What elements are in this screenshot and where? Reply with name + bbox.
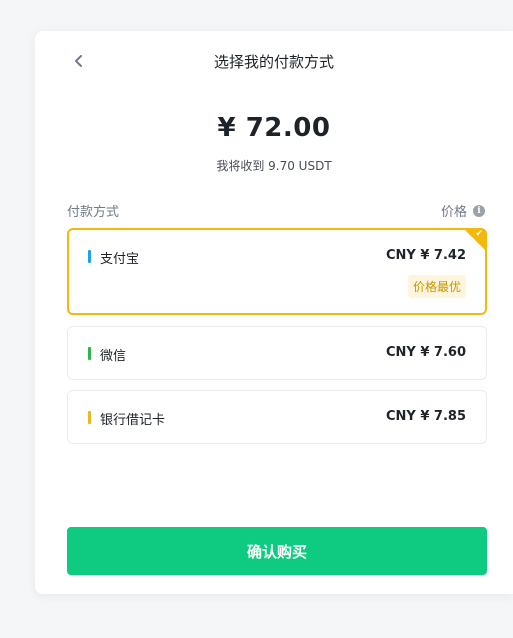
method-color-bar bbox=[88, 411, 91, 424]
info-icon[interactable]: i bbox=[473, 204, 485, 217]
method-name: 微信 bbox=[100, 349, 127, 364]
payment-option-wechat[interactable]: 微信 CNY ¥ 7.60 bbox=[67, 326, 487, 380]
payment-method-label: 付款方式 bbox=[67, 205, 120, 220]
method-color-bar bbox=[88, 347, 91, 360]
method-name: 支付宝 bbox=[100, 252, 140, 267]
payment-option-bank-card[interactable]: 银行借记卡 CNY ¥ 7.85 bbox=[67, 390, 487, 444]
best-price-badge: 价格最优 bbox=[407, 275, 466, 298]
price-column-label: 价格 i bbox=[441, 201, 485, 220]
method-price: CNY ¥ 7.85 bbox=[385, 409, 466, 424]
check-icon: ✔ bbox=[475, 229, 483, 239]
payment-method-card: 选择我的付款方式 ¥ 72.00 我将收到 9.70 USDT 付款方式 价格 … bbox=[35, 31, 513, 594]
method-name: 银行借记卡 bbox=[100, 413, 166, 428]
receive-amount-text: 我将收到 9.70 USDT bbox=[216, 159, 332, 173]
pay-amount: ¥ 72.00 bbox=[217, 113, 331, 143]
confirm-purchase-button[interactable]: 确认购买 bbox=[67, 527, 487, 575]
method-color-bar bbox=[88, 250, 91, 263]
method-price: CNY ¥ 7.42 bbox=[385, 248, 466, 263]
page-title: 选择我的付款方式 bbox=[213, 53, 334, 71]
method-price: CNY ¥ 7.60 bbox=[385, 345, 466, 360]
payment-option-alipay[interactable]: 支付宝 CNY ¥ 7.42 价格最优 ✔ bbox=[67, 228, 487, 315]
price-label-text: 价格 bbox=[440, 205, 467, 220]
